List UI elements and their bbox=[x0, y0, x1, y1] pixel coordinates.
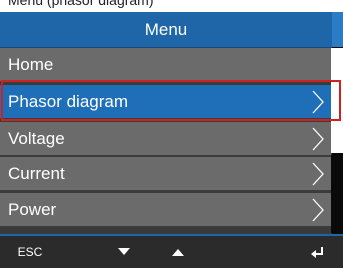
menu-title-bar: Menu bbox=[0, 12, 332, 48]
clipped-caption-text: Menu (phasor diagram) bbox=[8, 0, 154, 8]
menu-item-power[interactable]: Power bbox=[0, 193, 331, 228]
enter-return-icon bbox=[311, 247, 323, 258]
menu-item-current[interactable]: Current bbox=[0, 157, 331, 192]
esc-button[interactable]: ESC bbox=[6, 236, 54, 268]
softkey-bar: ESC bbox=[0, 234, 343, 268]
menu-item-home[interactable]: Home bbox=[0, 48, 331, 83]
menu-item-voltage[interactable]: Voltage bbox=[0, 122, 331, 157]
esc-label: ESC bbox=[17, 245, 43, 259]
clipped-caption: Menu (phasor diagram) bbox=[8, 0, 308, 12]
side-strip-dark bbox=[331, 155, 343, 233]
chevron-right-icon bbox=[312, 127, 324, 151]
menu-title: Menu bbox=[144, 19, 188, 39]
menu-item-label: Current bbox=[8, 164, 65, 183]
chevron-right-icon bbox=[312, 198, 324, 222]
triangle-down-icon bbox=[118, 248, 130, 255]
up-button[interactable] bbox=[158, 236, 198, 268]
menu-item-label: Voltage bbox=[8, 129, 65, 148]
down-button[interactable] bbox=[104, 236, 144, 268]
triangle-up-icon bbox=[172, 249, 184, 256]
chevron-right-icon bbox=[312, 162, 324, 186]
selection-highlight-frame bbox=[1, 80, 341, 121]
menu-item-label: Power bbox=[8, 200, 57, 219]
enter-button[interactable] bbox=[296, 236, 340, 268]
title-bar-edge bbox=[332, 12, 343, 47]
menu-item-label: Home bbox=[8, 55, 54, 74]
